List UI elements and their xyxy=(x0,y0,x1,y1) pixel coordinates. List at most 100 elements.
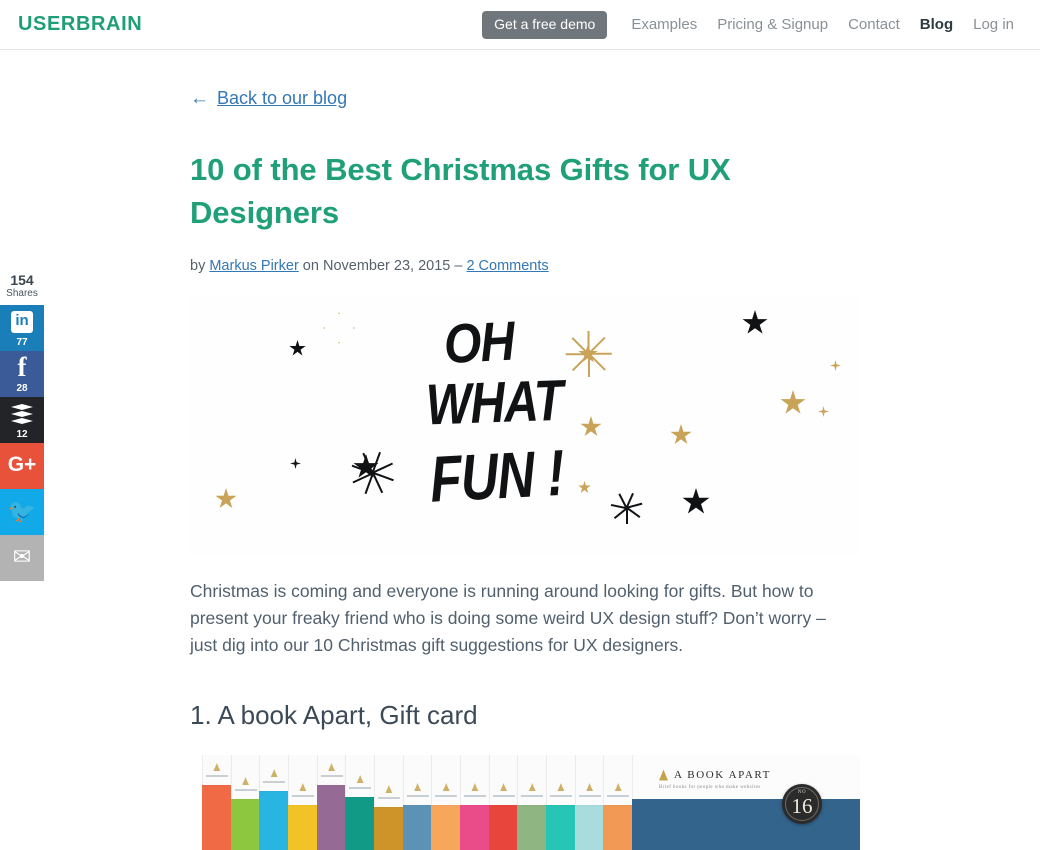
book-spine-top xyxy=(402,755,432,805)
hero-lettering-line-1: OH xyxy=(442,311,516,376)
linkedin-share-count: 77 xyxy=(16,337,28,348)
star-gold-small-icon-2 xyxy=(818,406,829,417)
book-spine xyxy=(288,755,317,850)
arrow-left-icon: ← xyxy=(190,87,209,109)
book-spine-top xyxy=(259,755,289,791)
book-spine xyxy=(259,755,289,850)
nav-item-examples[interactable]: Examples xyxy=(621,9,707,41)
facebook-icon: f xyxy=(17,352,27,382)
book-spine-tagline xyxy=(578,795,601,797)
post-date: November 23, 2015 xyxy=(322,258,451,274)
share-email-button[interactable]: ✉ xyxy=(0,535,44,581)
hero-image: OH WHAT FUN ! xyxy=(190,296,860,554)
book-spine-tagline xyxy=(607,795,630,797)
book-spine-top xyxy=(517,755,547,805)
book-apart-leaf-icon xyxy=(586,783,594,791)
book-apart-image: A BOOK APART Brief books for people who … xyxy=(202,755,860,850)
author-link[interactable]: Markus Pirker xyxy=(209,258,298,274)
nav-item-pricing-signup[interactable]: Pricing & Signup xyxy=(707,9,838,41)
book-cover-top: A BOOK APART Brief books for people who … xyxy=(632,755,860,799)
book-brand-name: A BOOK APART xyxy=(674,769,771,781)
byline-mid: on xyxy=(298,258,323,274)
email-icon: ✉ xyxy=(12,544,32,569)
book-apart-leaf-icon xyxy=(471,783,479,791)
star-black-icon xyxy=(289,340,306,356)
hero-illustration: OH WHAT FUN ! xyxy=(190,296,860,554)
book-apart-leaf-icon xyxy=(299,783,307,791)
book-spine-tagline xyxy=(234,789,257,791)
social-share-sidebar: 154 Shares 77 f 28 12 G+ 🐦 ✉ xyxy=(0,272,44,581)
linkedin-icon xyxy=(11,311,33,333)
book-spine-tagline xyxy=(549,795,572,797)
star-gold-small-icon xyxy=(830,360,841,371)
nav-item-login[interactable]: Log in xyxy=(963,9,1024,41)
badge-number: 16 xyxy=(791,794,813,818)
book-apart-leaf-icon xyxy=(242,777,249,785)
star-gold-icon-3 xyxy=(780,390,806,414)
book-wide-cover: A BOOK APART Brief books for people who … xyxy=(632,755,860,850)
star-gold-icon-4 xyxy=(670,424,692,445)
book-spine-top xyxy=(288,755,317,805)
page-root: USERBRAIN Get a free demo Examples Prici… xyxy=(0,0,1040,850)
share-facebook-button[interactable]: f 28 xyxy=(0,351,44,397)
page-title: 10 of the Best Christmas Gifts for UX De… xyxy=(190,152,731,230)
book-spine-tagline xyxy=(492,795,515,797)
book-spine-top xyxy=(603,755,633,805)
book-spines xyxy=(202,755,633,850)
book-tagline: Brief books for people who make websites xyxy=(659,785,761,790)
comments-link[interactable]: 2 Comments xyxy=(466,258,548,274)
book-cover-bottom xyxy=(632,799,860,850)
site-logo[interactable]: USERBRAIN xyxy=(18,13,142,36)
book-apart-leaf-icon xyxy=(213,763,221,771)
book-spine xyxy=(431,755,461,850)
book-spine xyxy=(574,755,604,850)
book-spine xyxy=(345,755,375,850)
facebook-share-count: 28 xyxy=(16,383,28,394)
share-google-plus-button[interactable]: G+ xyxy=(0,443,44,489)
nav-item-contact[interactable]: Contact xyxy=(838,9,910,41)
star-black-icon-3 xyxy=(682,488,710,514)
book-spine-tagline xyxy=(463,795,486,797)
book-spine xyxy=(488,755,518,850)
book-spine-tagline xyxy=(291,795,314,797)
back-to-blog-link[interactable]: Back to our blog xyxy=(217,88,347,109)
book-brand: A BOOK APART xyxy=(659,769,771,781)
total-share-count: 154 Shares xyxy=(0,272,44,305)
back-to-blog-row[interactable]: ← Back to our blog xyxy=(190,88,347,109)
book-spine-top xyxy=(374,755,403,807)
book-apart-leaf-icon xyxy=(356,775,364,783)
book-apart-leaf-icon xyxy=(557,783,565,791)
section-heading-1: 1. A book Apart, Gift card xyxy=(190,700,478,730)
book-apart-leaf-icon xyxy=(414,783,422,791)
book-spine-top xyxy=(202,755,231,785)
book-apart-leaf-icon xyxy=(270,769,278,777)
book-spine xyxy=(316,755,346,850)
starburst-outline-icon xyxy=(610,492,643,524)
share-linkedin-button[interactable]: 77 xyxy=(0,305,44,351)
book-apart-leaf-icon xyxy=(442,783,450,791)
nav-item-blog[interactable]: Blog xyxy=(910,9,963,41)
book-spine-tagline xyxy=(406,795,429,797)
book-spine-tagline xyxy=(349,787,372,789)
book-apart-leaf-icon xyxy=(528,783,536,791)
book-spine-top xyxy=(488,755,518,805)
book-spine-tagline xyxy=(435,795,458,797)
buffer-share-count: 12 xyxy=(16,429,28,440)
get-a-free-demo-button[interactable]: Get a free demo xyxy=(482,10,608,40)
share-twitter-button[interactable]: 🐦 xyxy=(0,489,44,535)
book-apart-leaf-icon xyxy=(614,783,622,791)
book-spine-tagline xyxy=(320,775,343,777)
book-spine-tagline xyxy=(377,797,400,799)
book-spine-top xyxy=(546,755,575,805)
book-apart-leaf-icon xyxy=(500,783,508,791)
post-byline: by Markus Pirker on November 23, 2015 – … xyxy=(190,256,549,276)
twitter-icon: 🐦 xyxy=(7,498,37,524)
byline-prefix: by xyxy=(190,258,210,274)
book-spine xyxy=(230,755,260,850)
byline-separator: – xyxy=(450,258,467,274)
site-header: USERBRAIN Get a free demo Examples Prici… xyxy=(0,0,1040,50)
share-count-number: 154 xyxy=(10,272,34,288)
book-spine-tagline xyxy=(521,795,544,797)
book-spine-top xyxy=(460,755,489,805)
share-buffer-button[interactable]: 12 xyxy=(0,397,44,443)
